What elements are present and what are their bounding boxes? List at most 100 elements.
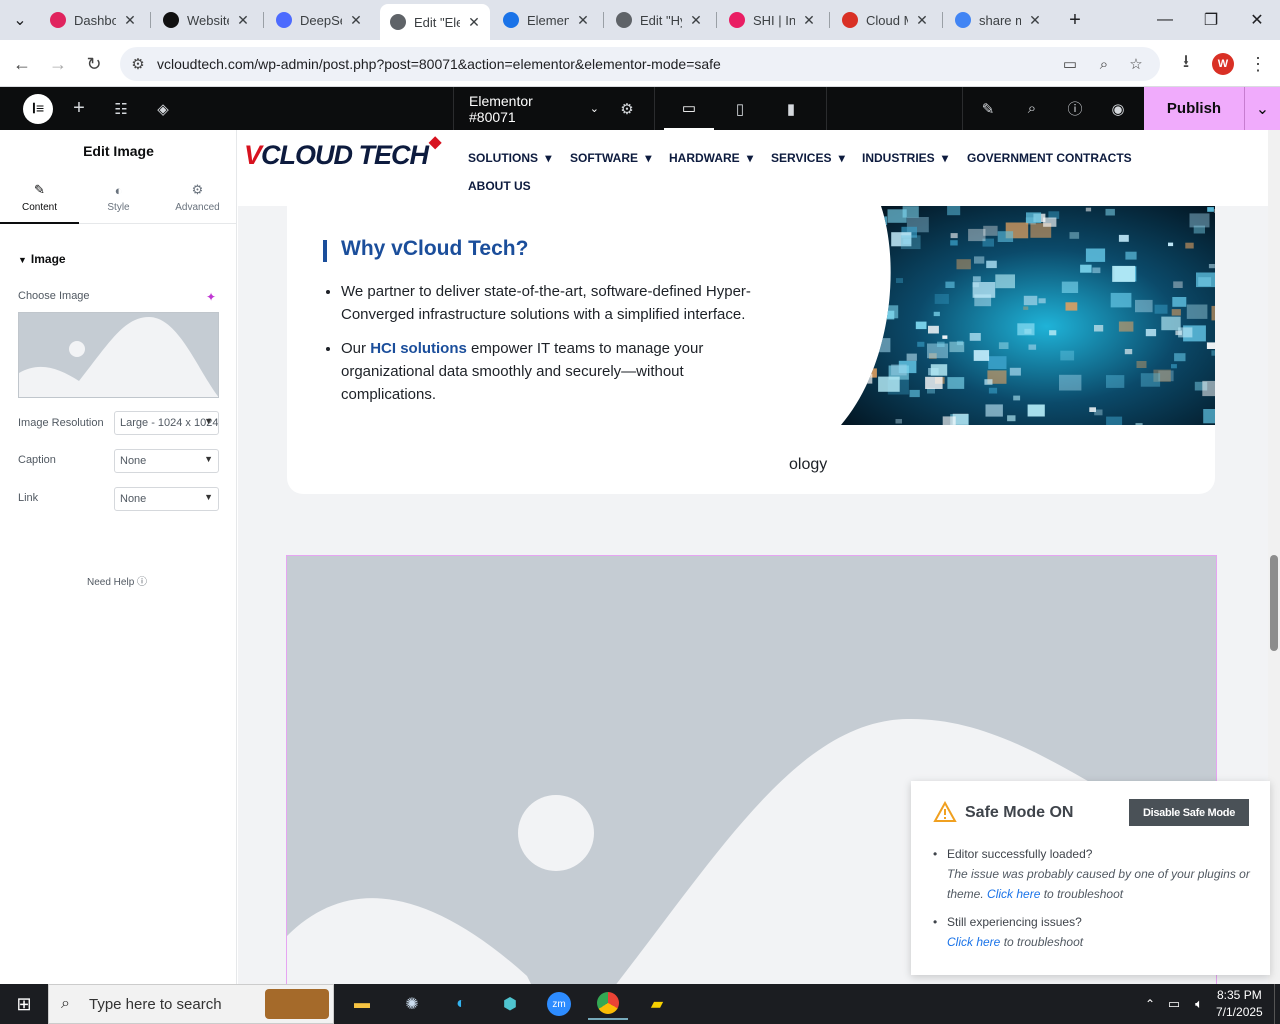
structure-layers-icon[interactable]: ◈: [150, 87, 176, 130]
nav-item-industries[interactable]: INDUSTRIES ▾: [862, 151, 948, 165]
taskbar-search[interactable]: ⌕ Type here to search: [48, 984, 334, 1024]
mobile-view-icon[interactable]: ▮: [766, 87, 816, 130]
site-settings-icon[interactable]: ☷: [108, 87, 134, 130]
browser-tab-8[interactable]: Cloud M ✕: [832, 6, 938, 34]
publish-options-chevron-icon[interactable]: ⌄: [1244, 87, 1280, 130]
gear-icon: ⚙: [191, 182, 204, 197]
browser-menu-icon[interactable]: ⋮: [1244, 50, 1272, 78]
preview-eye-icon[interactable]: ◉: [1104, 87, 1132, 130]
safe-item-1-link[interactable]: Click here: [987, 887, 1040, 901]
browser-tab-7[interactable]: SHI | Inf ✕: [719, 6, 825, 34]
section-image-toggle[interactable]: ▼ Image: [18, 252, 66, 266]
link-select[interactable]: None ▼: [114, 487, 219, 511]
new-tab-button[interactable]: +: [1054, 0, 1096, 40]
profile-avatar[interactable]: W: [1212, 53, 1234, 75]
nav-item-solutions[interactable]: SOLUTIONS ▾: [468, 151, 551, 165]
taskbar-clock[interactable]: 8:35 PM 7/1/2025: [1216, 987, 1263, 1021]
help-icon[interactable]: ⓘ: [1061, 87, 1089, 130]
camera-blocked-icon[interactable]: ▭: [1060, 54, 1080, 74]
need-help-link[interactable]: Need Help ⓘ: [87, 573, 147, 588]
notes-pin-icon[interactable]: ✎: [974, 87, 1002, 130]
browser-tab-2[interactable]: Website ✕: [153, 6, 259, 34]
show-desktop-button[interactable]: [1274, 984, 1280, 1024]
tab-close-icon[interactable]: ✕: [348, 12, 364, 29]
tab-advanced[interactable]: ⚙ Advanced: [158, 172, 237, 224]
restore-button[interactable]: ❐: [1188, 0, 1234, 40]
nav-item-services[interactable]: SERVICES ▾: [771, 151, 845, 165]
back-button[interactable]: ←: [8, 50, 36, 78]
card-title: Why vCloud Tech?: [341, 237, 529, 260]
app-hex-icon[interactable]: ⬢: [490, 988, 530, 1020]
page-settings-gear-icon[interactable]: ⚙: [614, 87, 640, 130]
disable-safe-mode-button[interactable]: Disable Safe Mode: [1129, 799, 1249, 826]
tab-title: share m: [979, 12, 1021, 28]
nav-item-software[interactable]: SOFTWARE ▾: [570, 151, 651, 165]
edge-icon[interactable]: ◐: [441, 988, 481, 1020]
tab-close-icon[interactable]: ✕: [1027, 12, 1043, 29]
bison-widget-icon[interactable]: [265, 989, 329, 1019]
tray-chevron-up-icon[interactable]: ⌃: [1138, 988, 1162, 1020]
app-icon[interactable]: ✺: [392, 988, 432, 1020]
why-vcloud-card[interactable]: Why vCloud Tech? We partner to deliver s…: [287, 206, 1215, 494]
tab-close-icon[interactable]: ✕: [688, 12, 704, 29]
hci-solutions-link[interactable]: HCI solutions: [370, 340, 467, 357]
browser-tab-9[interactable]: share m ✕: [945, 6, 1051, 34]
browser-tab-1[interactable]: Dashboard ✕: [40, 6, 146, 34]
volume-icon[interactable]: 🔈︎: [1186, 988, 1212, 1020]
ai-sparkle-icon[interactable]: ✦: [206, 290, 216, 304]
bookmark-star-icon[interactable]: ☆: [1126, 54, 1146, 74]
tab-favicon-icon: [842, 12, 858, 28]
tab-content[interactable]: ✎ Content: [0, 172, 79, 224]
tab-close-icon[interactable]: ✕: [575, 12, 591, 29]
tab-close-icon[interactable]: ✕: [466, 14, 482, 31]
site-logo[interactable]: VCLOUD TECH ◆: [244, 134, 441, 171]
zoom-icon[interactable]: ⌕: [1094, 54, 1114, 74]
download-icon[interactable]: ⭳: [1172, 50, 1200, 78]
document-title-text: Elementor #80071: [469, 92, 533, 125]
forward-button[interactable]: →: [44, 50, 72, 78]
site-info-icon[interactable]: ⚙: [128, 54, 148, 74]
nav-item-about-us[interactable]: ABOUT US: [468, 179, 531, 193]
minimize-button[interactable]: —: [1142, 0, 1188, 40]
media-tile: [988, 387, 998, 394]
tab-title: DeepSeek: [300, 12, 342, 28]
safe-item-2-link[interactable]: Click here: [947, 935, 1000, 949]
nav-item-government-contracts[interactable]: GOVERNMENT CONTRACTS: [967, 151, 1132, 165]
sticky-notes-icon[interactable]: ▰: [637, 988, 677, 1020]
close-window-button[interactable]: ✕: [1234, 0, 1280, 40]
network-icon[interactable]: ▭: [1162, 988, 1186, 1020]
publish-button[interactable]: Publish: [1144, 87, 1244, 130]
zoom-app-icon[interactable]: zm: [539, 988, 579, 1020]
url-text[interactable]: vcloudtech.com/wp-admin/post.php?post=80…: [157, 56, 721, 72]
browser-tab-6[interactable]: Edit "Hyper ✕: [606, 6, 712, 34]
nav-item-hardware[interactable]: HARDWARE ▾: [669, 151, 753, 165]
desktop-view-icon[interactable]: ▭: [664, 87, 714, 130]
address-bar[interactable]: ⚙ vcloudtech.com/wp-admin/post.php?post=…: [120, 47, 1160, 81]
browser-tab-4[interactable]: Edit "Elementor ✕: [380, 4, 490, 40]
document-title[interactable]: Elementor #80071 ⌄: [469, 87, 599, 130]
tab-close-icon[interactable]: ✕: [801, 12, 817, 29]
technology-image[interactable]: [841, 206, 1215, 425]
resolution-select[interactable]: Large - 1024 x 1024 ▼: [114, 411, 219, 435]
tablet-view-icon[interactable]: ▯: [715, 87, 765, 130]
tab-close-icon[interactable]: ✕: [122, 12, 138, 29]
file-explorer-icon[interactable]: ▬: [342, 988, 382, 1020]
reload-button[interactable]: ↻: [80, 50, 108, 78]
tab-title: Website: [187, 12, 229, 28]
image-chooser[interactable]: [18, 312, 219, 398]
chrome-icon[interactable]: [588, 988, 628, 1020]
tab-search-icon[interactable]: ⌄: [0, 0, 40, 40]
tab-close-icon[interactable]: ✕: [235, 12, 251, 29]
media-tile: [973, 350, 990, 361]
windows-start-icon[interactable]: ⊞: [4, 988, 44, 1020]
elementor-logo-icon[interactable]: Ⅰ≡: [16, 87, 60, 130]
browser-tab-3[interactable]: DeepSeek ✕: [266, 6, 372, 34]
scrollbar-thumb[interactable]: [1270, 555, 1278, 651]
caption-select[interactable]: None ▼: [114, 449, 219, 473]
media-tile: [930, 364, 948, 376]
tab-close-icon[interactable]: ✕: [914, 12, 930, 29]
search-icon[interactable]: ⌕: [1018, 87, 1046, 130]
browser-tab-5[interactable]: Elementor ✕: [493, 6, 599, 34]
tab-style[interactable]: ◐ Style: [79, 172, 158, 224]
add-element-icon[interactable]: +: [66, 87, 92, 130]
